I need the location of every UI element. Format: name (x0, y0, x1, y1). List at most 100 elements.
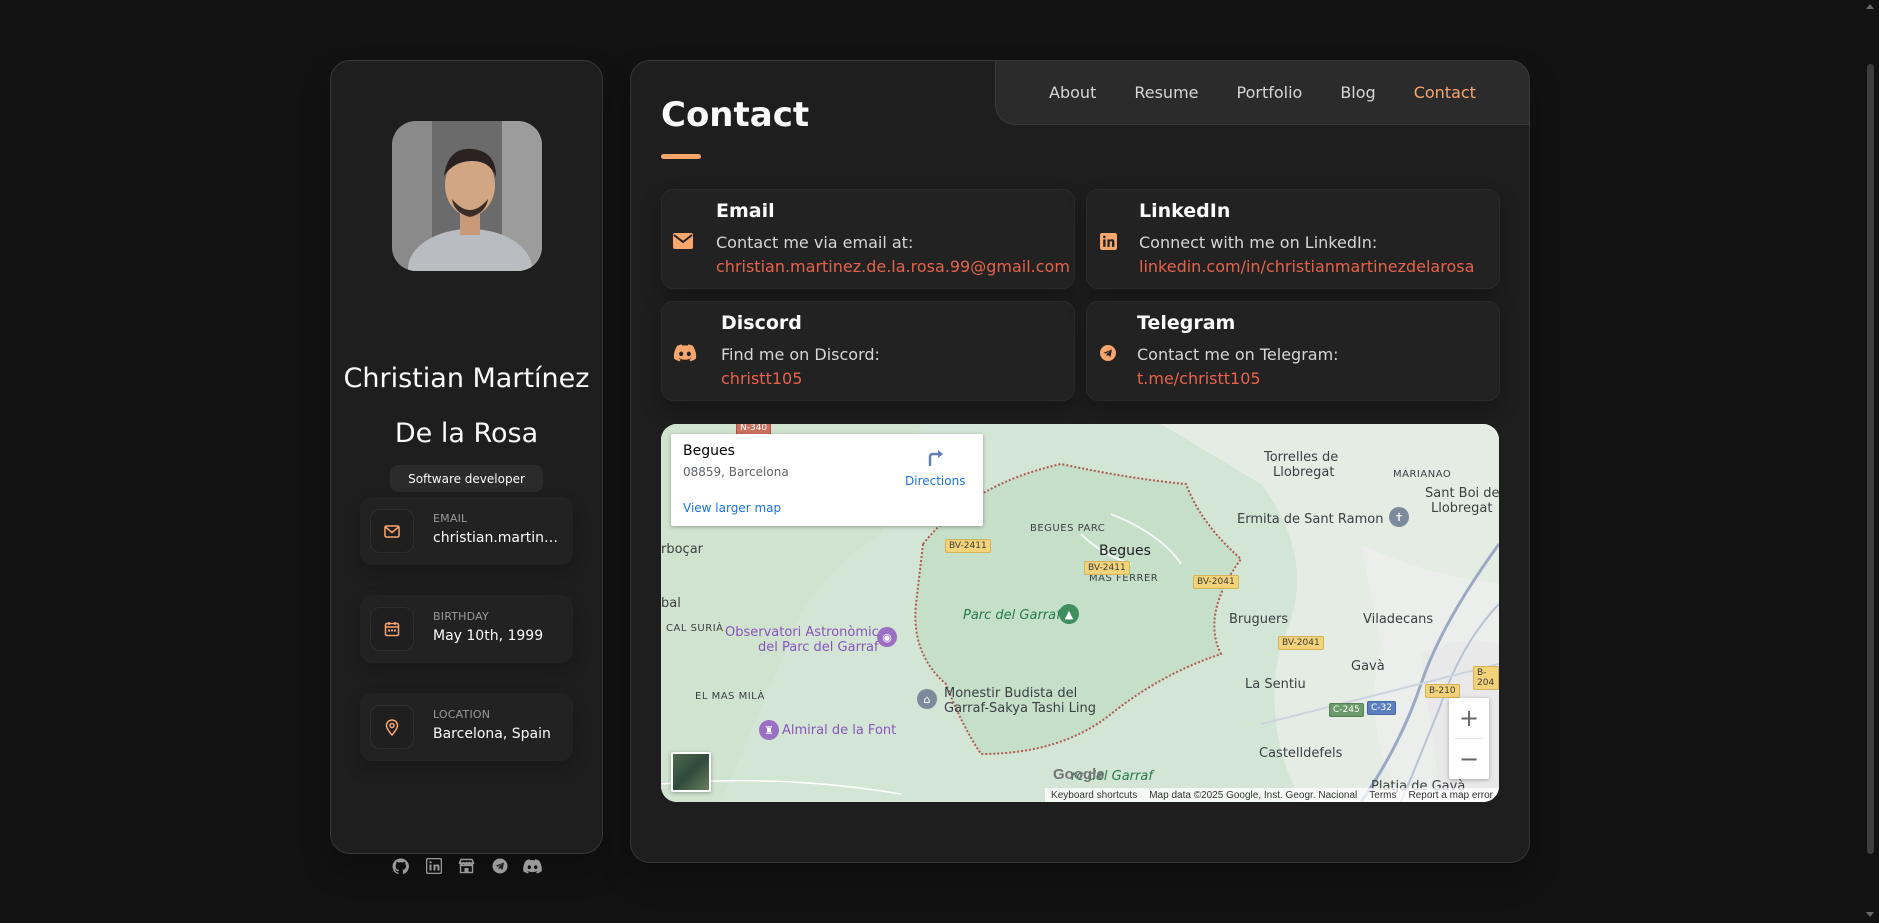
scroll-up-arrow[interactable] (1866, 4, 1874, 9)
map-label: CAL SURIÀ (666, 623, 724, 634)
keyboard-shortcuts-link[interactable]: Keyboard shortcuts (1051, 790, 1137, 801)
zoom-in-button[interactable]: + (1449, 698, 1489, 738)
email-card-text: Contact me via email at: (716, 233, 914, 252)
contact-label: LOCATION (433, 708, 491, 721)
church-icon: ✝ (1389, 507, 1409, 527)
page-title: Contact (661, 95, 810, 135)
page-scrollbar[interactable] (1863, 0, 1877, 923)
google-logo-text: Google (1053, 766, 1105, 783)
satellite-toggle[interactable] (671, 752, 711, 792)
map-label: del Parc del Garraf (758, 640, 879, 655)
map-place-name: Begues (683, 443, 735, 459)
map-label: MARIANAO (1393, 469, 1452, 480)
road-badge: BV-2411 (1084, 561, 1130, 575)
linkedin-icon[interactable] (424, 856, 444, 876)
main-content: About Resume Portfolio Blog Contact Cont… (630, 60, 1530, 863)
road-badge: BV-2041 (1278, 636, 1324, 650)
map-label: Garraf-Sakya Tashi Ling (944, 701, 1096, 716)
linkedin-card-link[interactable]: linkedin.com/in/christianmartinezdelaros… (1139, 257, 1474, 276)
directions-label: Directions (905, 474, 966, 488)
map-label: Ermita de Sant Ramon (1237, 512, 1384, 527)
contact-item-email: EMAIL christian.martinez.de.la.rosa.99@g… (360, 497, 573, 565)
telegram-card-title: Telegram (1137, 312, 1236, 334)
nav-portfolio[interactable]: Portfolio (1237, 83, 1303, 102)
map-label: Almiral de la Font (782, 723, 897, 738)
map-label: Observatori Astronòmic (725, 625, 879, 640)
sidebar: Christian Martínez De la Rosa Software d… (330, 60, 603, 874)
mail-icon (672, 230, 694, 252)
map-label: Llobregat (1431, 501, 1493, 516)
telegram-icon[interactable] (490, 856, 510, 876)
avatar-photo (392, 121, 542, 271)
observatory-icon: ◉ (877, 627, 897, 647)
map-label: Sant Boi de (1425, 486, 1499, 501)
report-map-error-link[interactable]: Report a map error (1409, 790, 1493, 801)
map-label: Castelldefels (1259, 746, 1343, 761)
nav-contact[interactable]: Contact (1414, 83, 1476, 102)
directions-button[interactable]: Directions (905, 446, 965, 488)
profile-name-line2: De la Rosa (394, 418, 539, 449)
scroll-thumb[interactable] (1867, 64, 1874, 854)
google-logo: Google (1053, 766, 1105, 783)
scroll-down-arrow[interactable] (1866, 912, 1874, 917)
location-value: Barcelona, Spain (433, 726, 551, 742)
profile-name-line1: Christian Martínez (343, 363, 590, 394)
github-icon[interactable] (391, 856, 411, 876)
contact-label: EMAIL (433, 512, 468, 525)
store-icon[interactable] (457, 856, 477, 876)
telegram-card-link[interactable]: t.me/christt105 (1137, 369, 1261, 388)
map-label: EL MAS MILÀ (695, 691, 765, 702)
zoom-out-button[interactable]: − (1449, 739, 1489, 779)
email-card: Email Contact me via email at: christian… (661, 189, 1075, 289)
road-badge: B-204 (1473, 666, 1499, 690)
telegram-icon (1097, 342, 1119, 364)
map-label: Monestir Budista del (944, 686, 1078, 701)
nav-resume[interactable]: Resume (1134, 83, 1198, 102)
linkedin-card: LinkedIn Connect with me on LinkedIn: li… (1086, 189, 1500, 289)
map-label: Parc del Garraf (963, 608, 1061, 623)
contact-label: BIRTHDAY (433, 610, 489, 623)
embedded-map[interactable]: Torrelles de Llobregat MARIANAO Sant Boi… (661, 424, 1499, 802)
discord-card-text: Find me on Discord: (721, 345, 880, 364)
view-larger-map-link[interactable]: View larger map (683, 501, 781, 515)
email-card-link[interactable]: christian.martinez.de.la.rosa.99@gmail.c… (716, 257, 1070, 276)
map-zoom-controls: + − (1449, 698, 1489, 779)
road-badge: B-210 (1425, 684, 1460, 698)
map-label: Gavà (1351, 659, 1385, 674)
job-title-badge: Software developer (390, 465, 543, 492)
map-place-address: 08859, Barcelona (683, 465, 789, 479)
poi-icon: ♜ (759, 720, 779, 740)
directions-icon (928, 450, 943, 466)
social-links (331, 856, 602, 876)
map-data-text: Map data ©2025 Google, Inst. Geogr. Naci… (1149, 789, 1358, 801)
map-label: Viladecans (1363, 612, 1434, 627)
contact-item-location: LOCATION Barcelona, Spain (360, 693, 573, 761)
nav-blog[interactable]: Blog (1340, 83, 1375, 102)
email-link[interactable]: christian.martinez.de.la.rosa.99@gmail.c… (433, 530, 563, 546)
avatar (392, 121, 542, 271)
monastery-icon: ⌂ (917, 689, 937, 709)
discord-icon[interactable] (523, 856, 543, 876)
map-label: Torrelles de (1264, 450, 1339, 465)
map-label: bal (661, 596, 681, 611)
birthday-value: May 10th, 1999 (433, 628, 544, 644)
road-badge: BV-2411 (945, 539, 991, 553)
map-label: rboçar (661, 542, 704, 557)
map-label: Begues (1099, 543, 1151, 559)
map-label: Llobregat (1273, 465, 1335, 480)
nav-about[interactable]: About (1049, 83, 1096, 102)
terms-link[interactable]: Terms (1369, 790, 1396, 801)
telegram-card-text: Contact me on Telegram: (1137, 345, 1339, 364)
linkedin-icon (1097, 230, 1119, 252)
linkedin-card-title: LinkedIn (1139, 200, 1231, 222)
discord-card-title: Discord (721, 312, 802, 334)
map-label: La Sentiu (1245, 677, 1306, 692)
road-badge: C-32 (1367, 701, 1396, 715)
discord-card: Discord Find me on Discord: christt105 (661, 301, 1075, 401)
map-label: BEGUES PARC (1030, 523, 1106, 534)
mail-icon (370, 509, 414, 553)
map-info-box: Begues 08859, Barcelona View larger map … (671, 434, 983, 526)
discord-icon (672, 342, 698, 364)
discord-card-link[interactable]: christt105 (721, 369, 802, 388)
navbar: About Resume Portfolio Blog Contact (995, 60, 1530, 125)
